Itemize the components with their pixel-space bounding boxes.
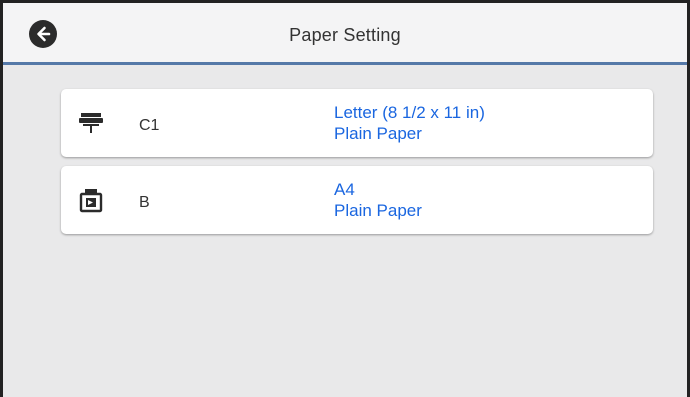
header-bar: Paper Setting xyxy=(3,3,687,65)
paper-type: Plain Paper xyxy=(334,124,422,143)
source-label: B xyxy=(139,194,150,211)
source-label: C1 xyxy=(139,117,160,134)
paper-info: A4 Plain Paper xyxy=(334,179,422,221)
paper-info: Letter (8 1/2 x 11 in) Plain Paper xyxy=(334,102,485,144)
rear-paper-feed-icon xyxy=(79,113,103,133)
page-title: Paper Setting xyxy=(289,25,401,45)
paper-source-c1[interactable]: C1 Letter (8 1/2 x 11 in) Plain Paper xyxy=(61,89,653,157)
screen: Paper Setting C1 Letter (8 1/2 x 11 in) … xyxy=(0,0,690,397)
paper-cassette-icon xyxy=(79,189,103,213)
paper-size: Letter (8 1/2 x 11 in) xyxy=(334,103,485,122)
paper-size: A4 xyxy=(334,180,355,199)
paper-source-b[interactable]: B A4 Plain Paper xyxy=(61,166,653,234)
paper-type: Plain Paper xyxy=(334,201,422,220)
